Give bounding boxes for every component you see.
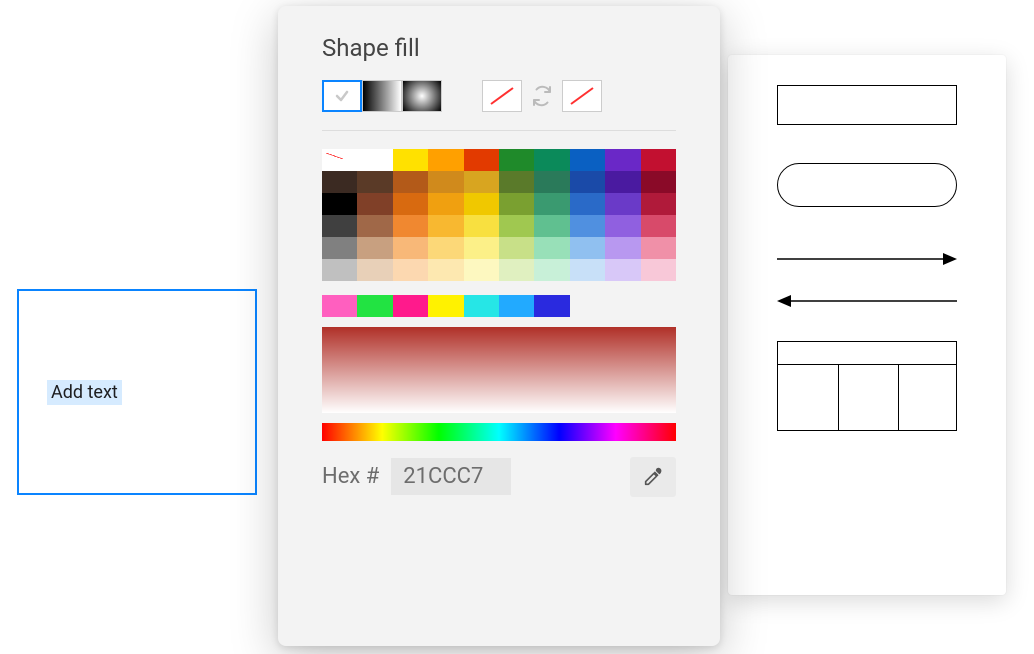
shapes-panel <box>728 55 1006 595</box>
swatch[interactable] <box>464 237 499 259</box>
swatch[interactable] <box>393 215 428 237</box>
swatch[interactable] <box>641 259 676 281</box>
swatch[interactable] <box>499 259 534 281</box>
swatch[interactable] <box>534 193 569 215</box>
line-start-none[interactable] <box>482 80 522 112</box>
swatch[interactable] <box>393 149 428 171</box>
swatch[interactable] <box>605 193 640 215</box>
swatch[interactable] <box>534 171 569 193</box>
swatch[interactable] <box>357 237 392 259</box>
shape-arrow-left[interactable] <box>777 289 957 313</box>
recent-swatch[interactable] <box>357 295 392 317</box>
swatch[interactable] <box>499 215 534 237</box>
fill-mode-radial-gradient[interactable] <box>402 80 442 112</box>
swatch[interactable] <box>464 171 499 193</box>
swatch[interactable] <box>534 215 569 237</box>
swatch[interactable] <box>357 193 392 215</box>
swatch[interactable] <box>499 171 534 193</box>
recent-swatch[interactable] <box>499 295 534 317</box>
swatch[interactable] <box>570 215 605 237</box>
hue-slider[interactable] <box>322 423 676 441</box>
swatch[interactable] <box>393 171 428 193</box>
swatch[interactable] <box>570 193 605 215</box>
swatch[interactable] <box>428 215 463 237</box>
line-end-none[interactable] <box>562 80 602 112</box>
shape-rectangle[interactable] <box>777 85 957 125</box>
shape-fill-panel: Shape fill <box>278 6 720 646</box>
swatch[interactable] <box>570 237 605 259</box>
swatch[interactable] <box>570 149 605 171</box>
swatch[interactable] <box>322 193 357 215</box>
swatch[interactable] <box>499 193 534 215</box>
shape-arrow-right[interactable] <box>777 247 957 271</box>
swatch[interactable] <box>534 259 569 281</box>
swatch[interactable] <box>428 237 463 259</box>
fill-mode-linear-gradient[interactable] <box>362 80 402 112</box>
swatch[interactable] <box>393 237 428 259</box>
swap-icon[interactable] <box>522 80 562 112</box>
recent-swatch[interactable] <box>322 295 357 317</box>
swatch[interactable] <box>499 237 534 259</box>
swatch[interactable] <box>641 149 676 171</box>
eyedropper-icon <box>642 466 664 488</box>
shape-table[interactable] <box>777 341 957 431</box>
swatch[interactable] <box>393 259 428 281</box>
panel-title: Shape fill <box>322 34 676 62</box>
recent-colors-row <box>322 295 570 317</box>
swatch[interactable] <box>641 215 676 237</box>
hex-row: Hex # <box>322 457 676 497</box>
swatch[interactable] <box>357 149 392 171</box>
swatch[interactable] <box>464 149 499 171</box>
palette-grid <box>322 149 676 281</box>
shape-rounded-rect[interactable] <box>777 163 957 207</box>
swatch[interactable] <box>464 193 499 215</box>
hex-label: Hex # <box>322 464 379 489</box>
swatch[interactable] <box>534 149 569 171</box>
swatch[interactable] <box>428 171 463 193</box>
swatch[interactable] <box>570 259 605 281</box>
saturation-lightness-area[interactable] <box>322 327 676 413</box>
swatch[interactable] <box>464 215 499 237</box>
swatch[interactable] <box>641 171 676 193</box>
swatch[interactable] <box>357 215 392 237</box>
swatch[interactable] <box>499 149 534 171</box>
swatch[interactable] <box>605 259 640 281</box>
swatch[interactable] <box>605 149 640 171</box>
swatch-none[interactable] <box>322 149 357 171</box>
swatch[interactable] <box>393 193 428 215</box>
fill-mode-row <box>322 80 676 131</box>
swatch[interactable] <box>534 237 569 259</box>
recent-swatch[interactable] <box>534 295 569 317</box>
swatch[interactable] <box>570 171 605 193</box>
swatch[interactable] <box>322 171 357 193</box>
swatch[interactable] <box>428 259 463 281</box>
swatch[interactable] <box>605 215 640 237</box>
textbox-placeholder[interactable]: Add text <box>47 380 122 405</box>
hex-input[interactable] <box>391 458 511 495</box>
swatch[interactable] <box>641 237 676 259</box>
swatch[interactable] <box>322 237 357 259</box>
swatch[interactable] <box>605 237 640 259</box>
swatch[interactable] <box>641 193 676 215</box>
recent-swatch[interactable] <box>464 295 499 317</box>
swatch[interactable] <box>605 171 640 193</box>
swatch[interactable] <box>322 215 357 237</box>
swatch[interactable] <box>357 171 392 193</box>
fill-mode-solid[interactable] <box>322 80 362 112</box>
swatch[interactable] <box>322 259 357 281</box>
swatch[interactable] <box>428 149 463 171</box>
canvas-textbox[interactable]: Add text <box>17 289 257 495</box>
eyedropper-button[interactable] <box>630 457 676 497</box>
swatch[interactable] <box>464 259 499 281</box>
swatch[interactable] <box>357 259 392 281</box>
swatch[interactable] <box>428 193 463 215</box>
recent-swatch[interactable] <box>393 295 428 317</box>
recent-swatch[interactable] <box>428 295 463 317</box>
